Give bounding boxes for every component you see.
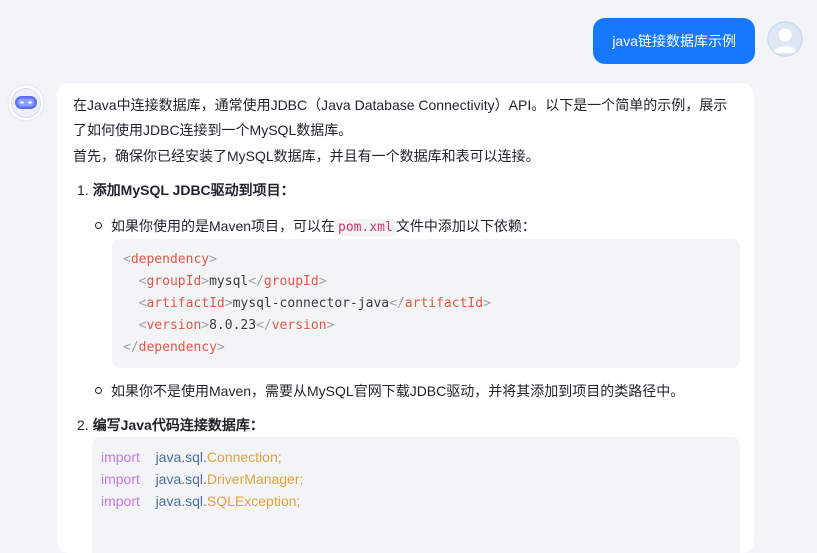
code-line: <artifactId>mysql-connector-java</artifa… — [138, 296, 491, 311]
step-2-heading: 2. 编写Java代码连接数据库： — [77, 413, 264, 437]
step-number: 1. — [77, 182, 89, 198]
code-line: <dependency> — [123, 252, 217, 267]
bullet-circle-icon — [95, 221, 102, 229]
user-message-bubble: java链接数据库示例 — [593, 18, 755, 64]
step-1-bullet-no-maven: 如果你不是使用Maven，需要从MySQL官网下载JDBC驱动，并将其添加到项目… — [95, 379, 684, 403]
code-line: import java.sql.DriverManager; — [101, 471, 304, 487]
step-title: 编写Java代码连接数据库： — [92, 417, 264, 433]
bullet-text: 如果你不是使用Maven，需要从MySQL官网下载JDBC驱动，并将其添加到项目… — [111, 383, 685, 399]
user-message-row: java链接数据库示例 — [0, 18, 817, 66]
code-line: <version>8.0.23</version> — [138, 318, 335, 333]
bullet-text: 文件中添加以下依赖： — [395, 218, 536, 234]
user-avatar-icon — [767, 21, 803, 57]
answer-paragraph-line: 在Java中连接数据库，通常使用JDBC（Java Database Conne… — [73, 97, 728, 113]
answer-paragraph-line: 了如何使用JDBC连接到一个MySQL数据库。 — [73, 122, 353, 138]
user-avatar[interactable] — [767, 21, 803, 57]
step-number: 2. — [77, 417, 89, 433]
code-line: import java.sql.SQLException; — [101, 493, 301, 509]
code-line: </dependency> — [123, 340, 225, 355]
xml-code-block[interactable]: <dependency> <groupId>mysql</groupId> <a… — [112, 239, 740, 368]
step-title: 添加MySQL JDBC驱动到项目： — [92, 182, 295, 198]
robot-icon — [7, 84, 45, 122]
code-line: <groupId>mysql</groupId> — [138, 274, 327, 289]
java-code-block[interactable]: import java.sql.Connection; import java.… — [92, 437, 740, 553]
assistant-avatar — [7, 84, 45, 122]
assistant-answer-card: 在Java中连接数据库，通常使用JDBC（Java Database Conne… — [57, 83, 754, 553]
step-1-bullet-maven: 如果你使用的是Maven项目，可以在 pom.xml 文件中添加以下依赖： — [95, 214, 536, 240]
answer-paragraph: 首先，确保你已经安装了MySQL数据库，并且有一个数据库和表可以连接。 — [73, 148, 540, 164]
inline-code-pom: pom.xml — [335, 219, 396, 236]
step-1-heading: 1. 添加MySQL JDBC驱动到项目： — [77, 178, 295, 202]
bullet-circle-icon — [95, 386, 102, 394]
bullet-text: 如果你使用的是Maven项目，可以在 — [111, 218, 336, 234]
code-line: import java.sql.Connection; — [101, 449, 282, 465]
